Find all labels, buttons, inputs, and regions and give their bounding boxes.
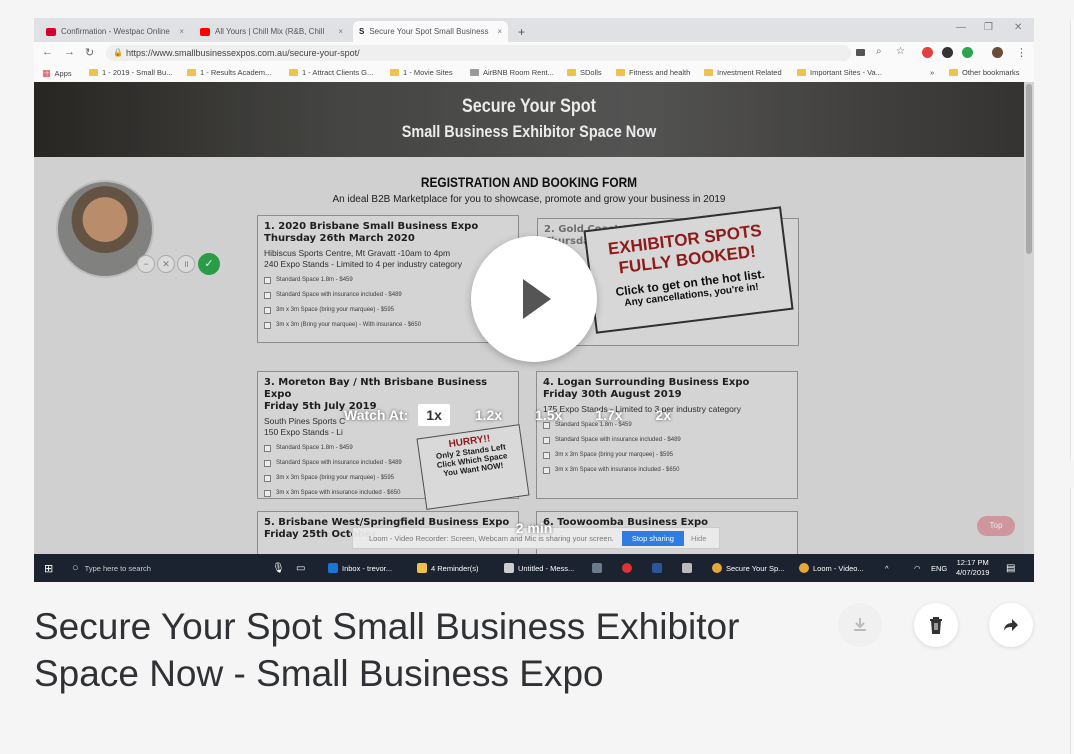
download-icon bbox=[854, 618, 866, 631]
windows-taskbar: ⊞ ○ Type here to search 🎙 ▭ Inbox - trevo… bbox=[34, 554, 1034, 582]
bookmark-item[interactable]: Fitness and health bbox=[616, 68, 690, 77]
star-icon[interactable]: ☆ bbox=[896, 46, 905, 57]
taskbar-app-icon[interactable] bbox=[622, 554, 636, 582]
maximize-icon[interactable]: ❐ bbox=[984, 22, 993, 33]
extension-icon[interactable] bbox=[922, 47, 933, 58]
delete-button[interactable] bbox=[914, 603, 958, 647]
taskbar-search[interactable]: ○ Type here to search bbox=[72, 554, 282, 582]
clock[interactable]: 12:17 PM 4/07/2019 bbox=[956, 554, 989, 582]
taskbar-app[interactable]: Loom - Video... bbox=[799, 554, 864, 582]
bookmark-item[interactable]: SDolls bbox=[567, 68, 602, 77]
extension-icon[interactable] bbox=[942, 47, 953, 58]
playback-speed-selector: Watch At: 1x 1.2x 1.5x 1.7x 2x bbox=[344, 402, 696, 428]
play-button[interactable] bbox=[471, 236, 597, 362]
windows-start-icon[interactable]: ⊞ bbox=[44, 554, 53, 582]
share-arrow-icon bbox=[1004, 619, 1018, 631]
new-tab-button[interactable]: + bbox=[512, 21, 532, 42]
camera-icon[interactable] bbox=[856, 49, 865, 56]
bookmark-item[interactable]: Important Sites - Va... bbox=[797, 68, 882, 77]
close-icon[interactable]: × bbox=[175, 27, 184, 36]
grammarly-icon[interactable] bbox=[962, 47, 973, 58]
share-button[interactable] bbox=[989, 603, 1033, 647]
bookmark-other[interactable]: Other bookmarks bbox=[949, 68, 1020, 77]
side-panel-edge bbox=[1070, 488, 1074, 754]
menu-icon[interactable]: ⋮ bbox=[1016, 46, 1027, 59]
bookmark-item[interactable]: 1 - Attract Clients G... bbox=[289, 68, 373, 77]
speed-option-1x[interactable]: 1x bbox=[418, 404, 450, 426]
close-icon[interactable]: × bbox=[334, 27, 343, 36]
bookmark-item[interactable]: 1 - 2019 - Small Bu... bbox=[89, 68, 172, 77]
taskbar-app-icon[interactable] bbox=[682, 554, 696, 582]
speed-option-1-5x[interactable]: 1.5x bbox=[527, 404, 570, 426]
video-title: Secure Your Spot Small Business Exhibito… bbox=[34, 606, 740, 694]
back-icon[interactable]: ← bbox=[42, 46, 53, 58]
video-duration: 2 min bbox=[515, 520, 553, 536]
taskbar-app[interactable]: Untitled - Mess... bbox=[504, 554, 574, 582]
speed-option-2x[interactable]: 2x bbox=[648, 404, 680, 426]
forward-icon[interactable]: → bbox=[64, 46, 75, 58]
zoom-icon[interactable]: ⌕ bbox=[876, 46, 882, 57]
task-view-icon[interactable]: ▭ bbox=[296, 554, 305, 582]
taskbar-app[interactable]: Inbox - trevor... bbox=[328, 554, 392, 582]
taskbar-app-icon[interactable] bbox=[592, 554, 606, 582]
close-window-icon[interactable]: ✕ bbox=[1014, 22, 1022, 33]
bookmark-item[interactable]: AirBNB Room Rent... bbox=[470, 68, 554, 77]
lock-icon: 🔒 bbox=[113, 48, 123, 57]
bookmark-overflow[interactable]: » bbox=[930, 68, 934, 77]
bookmark-item[interactable]: 1 - Movie Sites bbox=[390, 68, 453, 77]
browser-tab-active[interactable]: S Secure Your Spot Small Business × bbox=[353, 21, 508, 42]
side-panel-edge bbox=[1070, 20, 1074, 460]
address-bar-row: ← → ↻ 🔒 https://www.smallbusinessexpos.c… bbox=[34, 42, 1034, 65]
wifi-icon[interactable]: ◠ bbox=[914, 554, 921, 582]
close-icon[interactable]: × bbox=[493, 27, 502, 36]
browser-tab[interactable]: Confirmation - Westpac Online × bbox=[40, 21, 190, 42]
speed-option-1-2x[interactable]: 1.2x bbox=[467, 404, 510, 426]
profile-avatar[interactable] bbox=[992, 47, 1003, 58]
taskbar-app-icon[interactable] bbox=[652, 554, 666, 582]
speed-option-1-7x[interactable]: 1.7x bbox=[587, 404, 630, 426]
microphone-icon[interactable]: 🎙 bbox=[272, 554, 285, 582]
reload-icon[interactable]: ↻ bbox=[85, 46, 94, 59]
bookmarks-bar: ▦ Apps 1 - 2019 - Small Bu... 1 - Results… bbox=[34, 64, 1034, 83]
search-icon: ○ bbox=[72, 562, 79, 574]
youtube-icon bbox=[200, 27, 210, 36]
download-button[interactable] bbox=[838, 603, 882, 647]
language-indicator[interactable]: ENG bbox=[931, 554, 947, 582]
browser-tab[interactable]: All Yours | Chill Mix (R&B, Chill × bbox=[194, 21, 349, 42]
bookmark-apps[interactable]: ▦ Apps bbox=[42, 68, 72, 79]
tray-chevron-icon[interactable]: ^ bbox=[885, 554, 889, 582]
url-input[interactable]: 🔒 https://www.smallbusinessexpos.com.au/… bbox=[106, 45, 851, 61]
notifications-icon[interactable]: ▤ bbox=[1006, 554, 1015, 582]
minimize-icon[interactable]: — bbox=[956, 22, 966, 33]
watch-at-label: Watch At: bbox=[344, 407, 409, 423]
apps-grid-icon: ▦ bbox=[42, 68, 51, 78]
video-player[interactable]: Confirmation - Westpac Online × All Yours… bbox=[34, 18, 1034, 582]
taskbar-app[interactable]: 4 Reminder(s) bbox=[417, 554, 479, 582]
westpac-icon bbox=[46, 27, 56, 36]
bookmark-item[interactable]: Investment Related bbox=[704, 68, 782, 77]
browser-tab-bar: Confirmation - Westpac Online × All Yours… bbox=[34, 18, 1034, 42]
trash-icon bbox=[930, 617, 942, 634]
bookmark-item[interactable]: 1 - Results Academ... bbox=[187, 68, 271, 77]
taskbar-app[interactable]: Secure Your Sp... bbox=[712, 554, 784, 582]
site-icon: S bbox=[359, 27, 365, 36]
